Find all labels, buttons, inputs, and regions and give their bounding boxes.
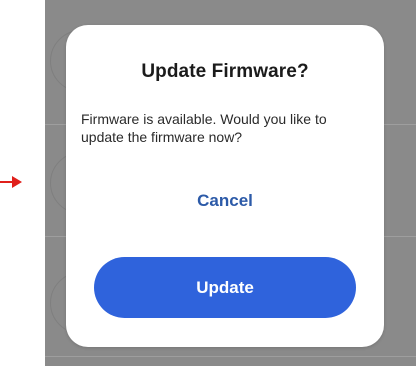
screen: Update Firmware? Firmware is available. … xyxy=(0,0,416,366)
dialog-message: Firmware is available. Would you like to… xyxy=(81,111,327,145)
background-divider xyxy=(45,356,416,357)
arrow-right-icon xyxy=(0,176,22,188)
update-button[interactable]: Update xyxy=(94,257,356,318)
dialog-title: Update Firmware? xyxy=(141,61,309,82)
update-firmware-dialog: Update Firmware? Firmware is available. … xyxy=(66,25,384,347)
cancel-button[interactable]: Cancel xyxy=(175,185,275,217)
